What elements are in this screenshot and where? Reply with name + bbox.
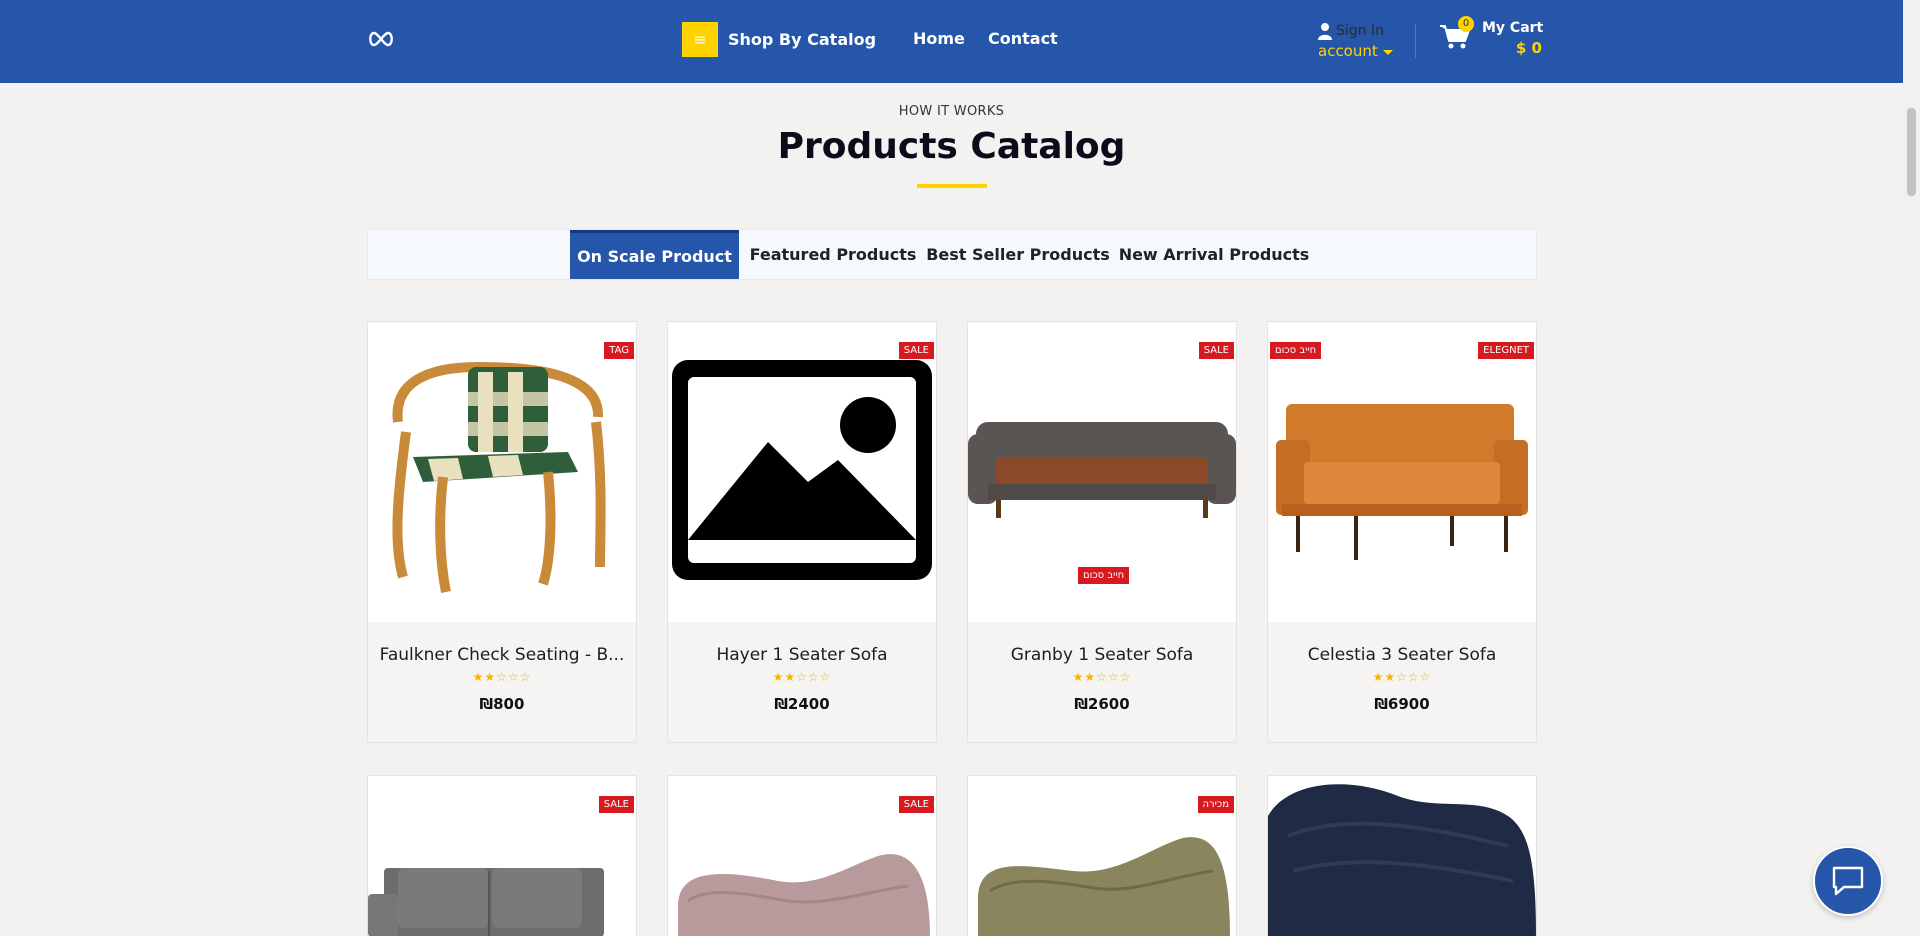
scrollbar-thumb[interactable] (1907, 108, 1916, 196)
user-icon (1318, 23, 1332, 40)
product-name[interactable]: Granby 1 Seater Sofa (978, 645, 1226, 665)
product-image[interactable]: מכירה (968, 776, 1236, 936)
cart-amount: $ 0 (1515, 39, 1542, 57)
tab-featured-products[interactable]: Featured Products (749, 230, 917, 279)
hamburger-icon: ≡ (682, 22, 718, 57)
product-card[interactable]: מכירה (967, 775, 1237, 936)
product-badge: SALE (598, 796, 634, 813)
product-card[interactable]: SALE (667, 775, 937, 936)
product-card[interactable]: SALE Hayer 1 Seater Sofa ★★☆☆☆ ₪2400 (667, 321, 937, 743)
product-image[interactable]: SALE (668, 776, 936, 936)
product-image[interactable]: חייב סכום ELEGNET (1268, 322, 1536, 622)
shop-by-catalog-button[interactable]: ≡ Shop By Catalog (682, 22, 876, 57)
product-card[interactable]: TAG Faulkner Check Seating - B... ★★☆☆☆ … (367, 321, 637, 743)
caret-down-icon (1382, 50, 1393, 55)
product-image[interactable]: SALE חייב סכום (968, 322, 1236, 622)
chat-bubble-icon (1832, 866, 1864, 896)
my-cart-label: My Cart (1482, 20, 1544, 36)
nav-home-link[interactable]: Home (913, 29, 965, 48)
product-card[interactable]: חייב סכום ELEGNET Celestia 3 Seater Sofa… (1267, 321, 1537, 743)
pink-chaise-image (678, 854, 930, 936)
infinity-logo-icon[interactable] (367, 28, 395, 50)
product-price: ₪6900 (1374, 695, 1430, 713)
grey-sofa-image (368, 868, 604, 936)
title-underline (917, 184, 987, 188)
sign-in-menu[interactable]: Sign In account (1318, 22, 1393, 60)
product-badge: ELEGNET (1478, 342, 1534, 359)
rating-stars-icon: ★★☆☆☆ (1072, 670, 1132, 684)
tab-best-seller-products[interactable]: Best Seller Products (926, 230, 1110, 279)
product-name[interactable]: Hayer 1 Seater Sofa (678, 645, 926, 665)
product-image[interactable]: SALE (368, 776, 636, 936)
rating-stars-icon: ★★☆☆☆ (772, 670, 832, 684)
product-card[interactable] (1267, 775, 1537, 936)
product-card[interactable]: SALE (367, 775, 637, 936)
rattan-chair-image (392, 361, 606, 593)
product-card[interactable]: SALE חייב סכום Granby 1 Seater Sofa ★★☆☆… (967, 321, 1237, 743)
product-image[interactable]: SALE (668, 322, 936, 622)
product-badge: SALE (898, 342, 934, 359)
tab-new-arrival-products[interactable]: New Arrival Products (1119, 230, 1310, 279)
product-name[interactable]: Faulkner Check Seating - B... (378, 645, 626, 665)
rating-stars-icon: ★★☆☆☆ (472, 670, 532, 684)
page-scrollbar[interactable] (1903, 0, 1920, 936)
olive-chaise-image (978, 837, 1230, 936)
product-badge: חייב סכום (1270, 342, 1322, 359)
product-tabs: On Scale Product Featured Products Best … (367, 229, 1537, 280)
product-badge: TAG (604, 342, 634, 359)
orange-sofa-image (1276, 404, 1528, 560)
page-title: Products Catalog (777, 126, 1126, 167)
section-eyebrow: HOW IT WORKS (898, 104, 1005, 119)
nav-contact-link[interactable]: Contact (988, 29, 1058, 48)
navy-armchair-image (1268, 784, 1536, 936)
product-price: ₪2400 (774, 695, 830, 713)
rating-stars-icon: ★★☆☆☆ (1372, 670, 1432, 684)
product-badge: חייב סכום (1078, 567, 1130, 584)
sign-in-label: Sign In (1336, 23, 1384, 39)
tab-on-scale-product[interactable]: On Scale Product (570, 230, 739, 279)
product-badge: SALE (898, 796, 934, 813)
account-label: account (1318, 42, 1378, 60)
product-badge: מכירה (1197, 796, 1234, 813)
shop-by-catalog-label: Shop By Catalog (728, 30, 877, 49)
image-placeholder-icon (672, 360, 932, 580)
product-image[interactable]: TAG (368, 322, 636, 622)
product-image[interactable] (1268, 776, 1536, 936)
header-divider (1415, 24, 1416, 58)
product-badge: SALE (1198, 342, 1234, 359)
top-header: ≡ Shop By Catalog Home Contact Sign In a… (0, 0, 1903, 83)
product-price: ₪800 (479, 695, 525, 713)
product-price: ₪2600 (1074, 695, 1130, 713)
chat-button[interactable] (1813, 846, 1883, 916)
cart-count-badge: 0 (1458, 16, 1474, 32)
product-name[interactable]: Celestia 3 Seater Sofa (1278, 645, 1526, 665)
my-cart-button[interactable]: 0 My Cart $ 0 (1440, 16, 1544, 62)
